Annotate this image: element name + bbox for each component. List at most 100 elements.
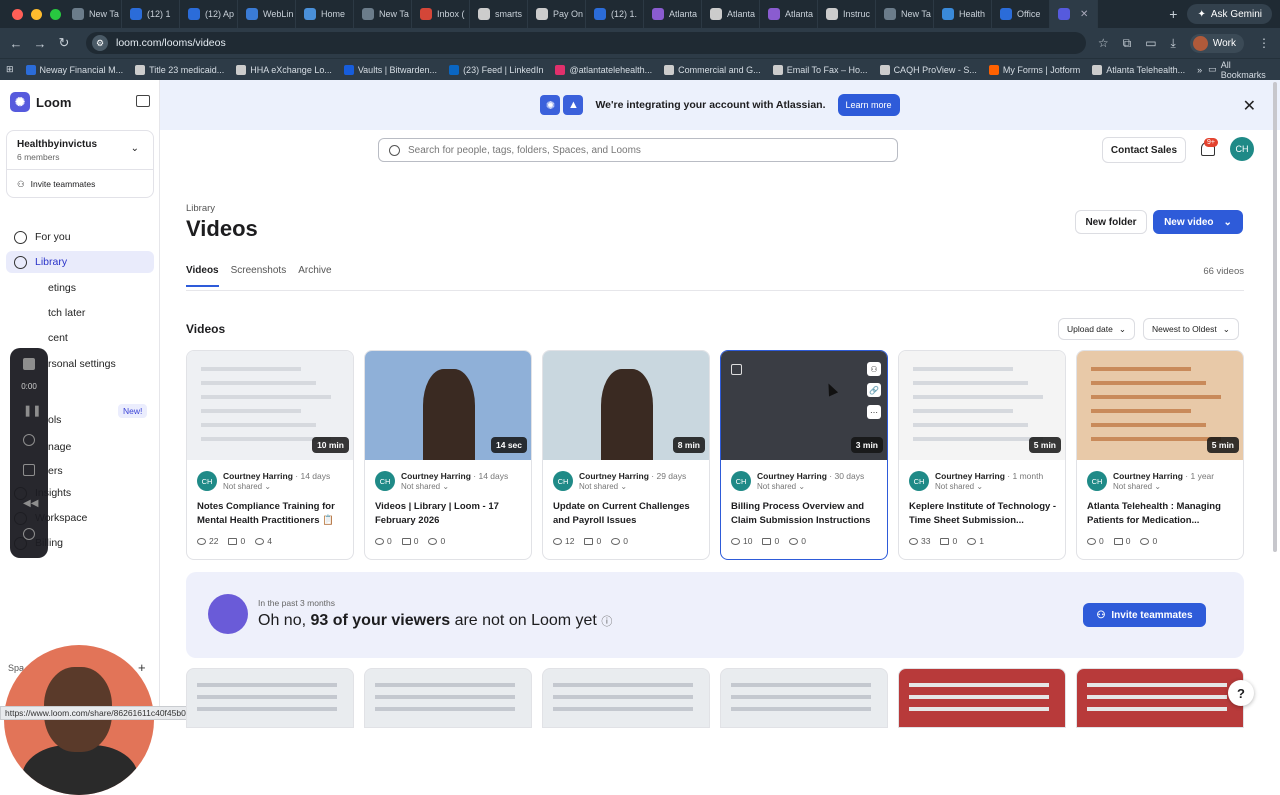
download-icon[interactable]: ⤓ [1171,36,1176,51]
sidebar-item[interactable]: etings [6,277,154,299]
browser-tab[interactable]: (12) 1 [122,0,180,28]
new-video-button[interactable]: New video ⌄ [1153,210,1243,234]
sort-order-dropdown[interactable]: Newest to Oldest ⌄ [1143,318,1239,340]
chevron-down-icon[interactable]: ⌄ [131,143,139,154]
share-status[interactable]: Not shared ⌄ [579,482,627,491]
tab-search-icon[interactable]: ▭ [1145,36,1156,50]
reload-icon[interactable]: ↻ [52,35,76,51]
share-status[interactable]: Not shared ⌄ [1113,482,1161,491]
tab-screenshots[interactable]: Screenshots [231,265,287,287]
minimize-window-button[interactable] [31,8,42,20]
browser-tab[interactable]: WebLin [238,0,296,28]
video-thumbnail[interactable]: 14 sec [365,351,531,460]
user-avatar[interactable]: CH [1230,137,1254,161]
pause-icon[interactable]: ❚❚ [23,404,41,417]
restart-icon[interactable] [23,434,35,446]
new-tab-button[interactable]: + [1159,6,1187,22]
browser-tab[interactable]: (12) Ap [180,0,238,28]
bookmark-item[interactable]: @atlantatelehealth... [549,64,658,75]
video-card[interactable]: 14 sec CH Courtney Harring · 14 days Not sh… [364,350,532,560]
share-status[interactable]: Not shared ⌄ [401,482,449,491]
video-card[interactable]: 8 min CH Courtney Harring · 29 days Not sha… [542,350,710,560]
video-card[interactable]: 3 min ⚇ 🔗 ⋯ CH Courtney Harring · 30 days Not … [720,350,888,560]
tab-videos[interactable]: Videos [186,265,219,287]
add-space-icon[interactable]: + [138,660,146,675]
video-card[interactable] [1076,668,1244,728]
bookmark-item[interactable]: Atlanta Telehealth... [1086,64,1191,75]
video-thumbnail[interactable]: 8 min [543,351,709,460]
browser-tab[interactable]: Atlanta [644,0,702,28]
close-tab-icon[interactable]: ✕ [1080,9,1088,20]
video-thumbnail[interactable]: 5 min [899,351,1065,460]
browser-tab[interactable]: Atlanta [760,0,818,28]
sidebar-item[interactable]: Library [6,251,154,273]
profile-button[interactable]: Work [1189,33,1244,53]
browser-tab[interactable]: Inbox ( [412,0,470,28]
video-card[interactable] [364,668,532,728]
delete-icon[interactable] [23,464,35,476]
share-status[interactable]: Not shared ⌄ [935,482,983,491]
browser-tab[interactable]: Atlanta [702,0,760,28]
breadcrumb[interactable]: Library [186,203,215,214]
ask-gemini-button[interactable]: ✦ Ask Gemini [1187,4,1272,24]
sort-field-dropdown[interactable]: Upload date ⌄ [1058,318,1135,340]
invite-teammates-link[interactable]: ⚇ Invite teammates [7,169,153,199]
more-bookmarks-icon[interactable]: » [1191,65,1208,75]
bookmark-item[interactable]: Email To Fax – Ho... [767,64,874,75]
bookmark-item[interactable]: Commercial and G... [658,64,767,75]
draw-icon[interactable] [23,528,35,540]
invite-teammates-button[interactable]: ⚇ Invite teammates [1083,603,1206,627]
rewind-icon[interactable]: ◀◀ [23,498,38,510]
sidebar-item[interactable]: For you [6,226,154,248]
bookmark-item[interactable]: (23) Feed | LinkedIn [443,64,549,75]
video-card[interactable] [720,668,888,728]
apps-icon[interactable]: ⊞ [0,64,20,75]
browser-tab[interactable]: New Ta [64,0,122,28]
browser-tab[interactable]: (12) 1. [586,0,644,28]
browser-tab[interactable]: smarts [470,0,528,28]
star-icon[interactable]: ☆ [1098,36,1109,50]
bookmark-item[interactable]: My Forms | Jotform [983,64,1086,75]
sidebar-item[interactable]: cent [6,327,154,349]
bookmark-item[interactable]: CAQH ProView - S... [874,64,983,75]
select-checkbox[interactable] [731,364,742,375]
video-thumbnail[interactable]: 3 min ⚇ 🔗 ⋯ [721,351,887,460]
back-icon[interactable]: ← [4,36,28,51]
close-window-button[interactable] [12,8,23,20]
video-card[interactable]: 5 min CH Courtney Harring · 1 year Not shar… [1076,350,1244,560]
video-card[interactable]: 5 min CH Courtney Harring · 1 month Not sha… [898,350,1066,560]
video-card[interactable] [186,668,354,728]
forward-icon[interactable]: → [28,36,52,51]
all-bookmarks[interactable]: ▭ All Bookmarks [1208,60,1280,80]
url-field[interactable]: ⚙ loom.com/looms/videos [86,32,1086,54]
extensions-icon[interactable]: ⧉ [1123,36,1132,51]
share-status[interactable]: Not shared ⌄ [757,482,805,491]
search-input[interactable]: Search for people, tags, folders, Spaces… [378,138,898,162]
share-status[interactable]: Not shared ⌄ [223,482,271,491]
scrollbar[interactable] [1273,82,1277,552]
workspace-switcher[interactable]: Healthbyinvictus 6 members ⌄ ⚇ Invite tea… [6,130,154,198]
video-thumbnail[interactable]: 10 min [187,351,353,460]
video-title[interactable]: Keplere Institute of Technology - Time S… [909,500,1059,528]
browser-tab[interactable]: ✕ [1050,0,1098,28]
add-user-icon[interactable]: ⚇ [867,362,881,376]
video-thumbnail[interactable]: 5 min [1077,351,1243,460]
browser-tab[interactable]: Home [296,0,354,28]
info-icon[interactable]: ⓘ [601,616,612,628]
video-card[interactable] [542,668,710,728]
browser-tab[interactable]: New Ta [354,0,412,28]
video-title[interactable]: Billing Process Overview and Claim Submi… [731,500,881,528]
video-card[interactable]: 10 min CH Courtney Harring · 14 days Not sh… [186,350,354,560]
close-icon[interactable]: ✕ [1243,96,1256,116]
bookmark-item[interactable]: Title 23 medicaid... [129,64,230,75]
stop-recording-button[interactable] [23,358,35,370]
more-icon[interactable]: ⋯ [867,405,881,419]
tab-archive[interactable]: Archive [298,265,331,287]
link-icon[interactable]: 🔗 [867,383,881,397]
learn-more-button[interactable]: Learn more [837,94,900,116]
collapse-sidebar-icon[interactable] [136,95,150,107]
browser-tab[interactable]: Health [934,0,992,28]
maximize-window-button[interactable] [50,8,61,20]
camera-bubble[interactable] [4,645,154,795]
video-card[interactable] [898,668,1066,728]
